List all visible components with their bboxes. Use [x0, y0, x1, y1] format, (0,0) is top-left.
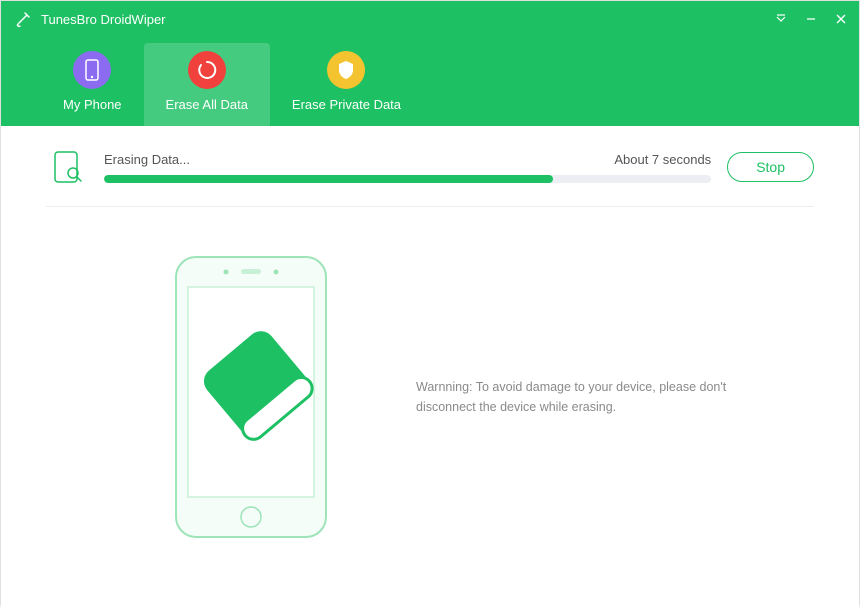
close-icon[interactable] [835, 13, 847, 25]
erase-all-icon [188, 51, 226, 89]
progress-row: Erasing Data... About 7 seconds Stop [46, 146, 814, 207]
progress-bar [104, 175, 711, 183]
shield-icon [327, 51, 365, 89]
warning-text: Warnning: To avoid damage to your device… [416, 377, 734, 417]
app-title: TunesBro DroidWiper [41, 12, 775, 27]
phone-eraser-illustration [166, 247, 336, 547]
content: Erasing Data... About 7 seconds Stop [1, 126, 859, 607]
header: TunesBro DroidWiper My Phone [1, 1, 859, 126]
tab-erase-all-data[interactable]: Erase All Data [144, 43, 270, 126]
titlebar: TunesBro DroidWiper [1, 1, 859, 37]
tabs: My Phone Erase All Data Erase Private Da… [1, 37, 859, 126]
progress-status: Erasing Data... [104, 152, 190, 167]
tab-my-phone[interactable]: My Phone [41, 43, 144, 126]
tab-label: My Phone [63, 97, 122, 112]
progress-labels: Erasing Data... About 7 seconds [104, 152, 711, 167]
tab-label: Erase All Data [166, 97, 248, 112]
progress-fill [104, 175, 553, 183]
app-logo-icon [13, 9, 33, 29]
progress-area: Erasing Data... About 7 seconds [104, 152, 711, 183]
main-area: Warnning: To avoid damage to your device… [46, 207, 814, 587]
tab-label: Erase Private Data [292, 97, 401, 112]
window-controls [775, 13, 847, 25]
dropdown-icon[interactable] [775, 13, 787, 25]
device-search-icon [46, 146, 88, 188]
stop-button[interactable]: Stop [727, 152, 814, 182]
progress-eta: About 7 seconds [614, 152, 711, 167]
phone-icon [73, 51, 111, 89]
app-window: TunesBro DroidWiper My Phone [0, 0, 860, 604]
tab-erase-private-data[interactable]: Erase Private Data [270, 43, 423, 126]
minimize-icon[interactable] [805, 13, 817, 25]
